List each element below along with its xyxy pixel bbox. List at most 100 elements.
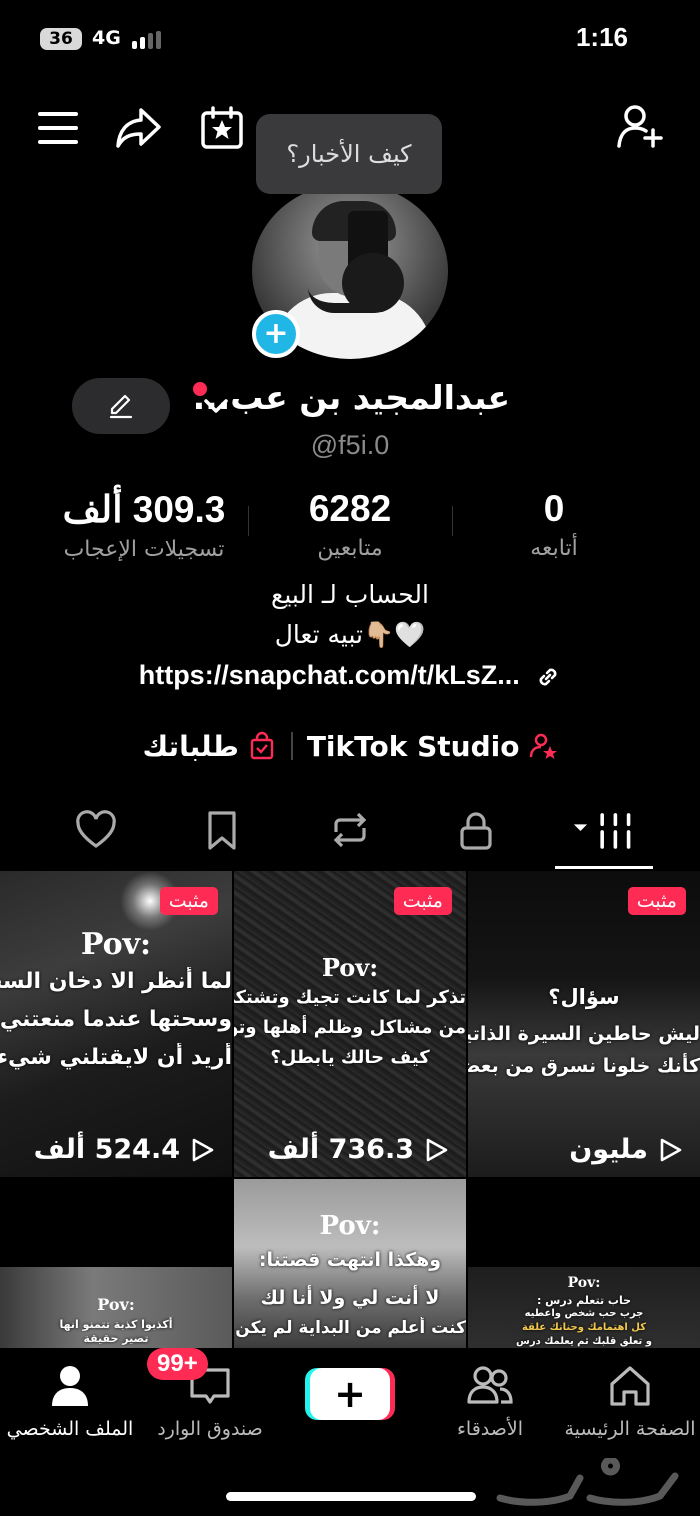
pinned-badge: مثبت: [393, 887, 452, 915]
video-thumbnail[interactable]: Pov: حاب تتعلم درس : جرب حب شخص واعطيه ك…: [468, 1179, 700, 1349]
play-icon: [426, 1138, 448, 1161]
add-user-icon[interactable]: [616, 102, 664, 150]
nav-friends[interactable]: الأصدقاء: [420, 1362, 560, 1440]
video-overlay-text: و تعلق قلبك ثم يعلمك درس: [516, 1336, 652, 1347]
view-count-value: 524.4 ألف: [33, 1134, 180, 1165]
bookmark-icon: [208, 811, 236, 850]
video-overlay-text: من مشاكل وظلم أهلها وتواسيها: [234, 1017, 466, 1038]
video-overlay-text: كيف حالك يابطل؟: [270, 1047, 430, 1068]
grid-icon: [573, 813, 631, 849]
bio-line: تبيه تعال👇🏼🤍: [274, 620, 426, 649]
lock-icon: [460, 812, 492, 850]
bio-link-text[interactable]: https://snapchat.com/t/kLsZ...: [139, 660, 520, 690]
video-overlay-text: سؤال؟: [548, 985, 620, 1009]
view-count-value: مليون: [569, 1134, 648, 1165]
username: @f5i.0: [310, 430, 390, 460]
nav-profile[interactable]: الملف الشخصي: [0, 1362, 140, 1440]
clock: 1:16: [575, 22, 628, 52]
video-overlay-text: جرب حب شخص واعطيه: [524, 1308, 644, 1319]
video-overlay-text: تذكر لما كانت تجيك وتشتكي: [234, 987, 466, 1008]
bio-link[interactable]: https://snapchat.com/t/kLsZ...: [0, 660, 700, 691]
tab-reposts[interactable]: [322, 800, 378, 860]
tab-videos[interactable]: [570, 800, 640, 860]
video-thumbnail[interactable]: Pov: وهكذا انتهت قصتنا: لا أنت لي ولا أن…: [234, 1179, 466, 1349]
orders-link[interactable]: طلباتك: [142, 730, 276, 763]
tab-liked[interactable]: [68, 800, 124, 860]
stat-value: 309.3 ألف: [62, 489, 226, 530]
shopping-bag-icon: [250, 731, 274, 760]
studio-label: TikTok Studio: [306, 729, 520, 763]
video-overlay-pov: Pov:: [97, 1295, 135, 1314]
edit-profile-button[interactable]: [72, 378, 170, 434]
video-overlay-text: كل اهتمامك وحنانك علقة: [521, 1322, 647, 1333]
link-icon: [539, 668, 557, 686]
profile-icon: [52, 1366, 88, 1406]
stat-label: أتابعه: [530, 536, 578, 561]
view-count: 524.4 ألف: [34, 1134, 214, 1165]
pinned-badge: مثبت: [627, 887, 686, 915]
video-overlay-pov: Pov:: [321, 953, 379, 982]
nav-home[interactable]: الصفحة الرئيسية: [560, 1362, 700, 1440]
share-icon[interactable]: [114, 104, 162, 152]
video-overlay-text: وهكذا انتهت قصتنا:: [258, 1249, 442, 1271]
play-icon: [192, 1138, 214, 1161]
bio-line: الحساب لـ البيع: [271, 580, 429, 609]
creator-star-icon: [529, 733, 557, 759]
stat-followers[interactable]: 6282 متابعين: [240, 488, 460, 561]
video-thumbnail[interactable]: مثبت سؤال؟ ليش حاطين السيرة الذاتيه كأنك…: [468, 871, 700, 1177]
video-overlay-pov: Pov:: [319, 1211, 381, 1241]
battery-indicator: 36: [40, 28, 82, 50]
video-thumbnail[interactable]: مثبت Pov: تذكر لما كانت تجيك وتشتكي من م…: [234, 871, 466, 1177]
video-overlay-text: كأنك خلونا نسرق من بعض: [468, 1055, 700, 1077]
video-overlay-pov: Pov:: [80, 927, 152, 962]
stat-following[interactable]: 0 أتابعه: [444, 488, 664, 561]
view-count: 736.3 ألف: [268, 1134, 448, 1165]
stat-likes[interactable]: 309.3 ألف تسجيلات الإعجاب: [34, 488, 254, 562]
stat-value: 0: [543, 488, 565, 529]
video-overlay-text: وسحتها عندما منعتني ع: [0, 1007, 232, 1032]
active-tab-indicator: [555, 866, 653, 869]
view-count: مليون: [569, 1134, 682, 1165]
status-tooltip[interactable]: كيف الأخبار؟: [256, 114, 442, 194]
tab-favorites[interactable]: [194, 800, 250, 860]
pinned-badge: مثبت: [159, 887, 218, 915]
video-overlay-text: تصير حقيقة: [83, 1332, 149, 1345]
video-overlay-text: ليش حاطين السيرة الذاتيه: [468, 1023, 700, 1045]
tiktok-studio-link[interactable]: TikTok Studio: [307, 730, 558, 763]
nav-label: الصفحة الرئيسية: [564, 1418, 696, 1440]
nav-label: الأصدقاء: [456, 1418, 524, 1440]
create-button[interactable]: +: [310, 1368, 390, 1420]
view-count-value: 736.3 ألف: [267, 1134, 414, 1165]
heart-icon: [76, 810, 116, 848]
video-overlay-text: لا أنت لي ولا أنا لك: [260, 1287, 440, 1309]
orders-label: طلباتك: [142, 729, 239, 763]
stat-value: 6282: [308, 488, 392, 529]
nav-label: صندوق الوارد: [157, 1418, 263, 1440]
video-overlay-text: لما أنظر الا دخان السجا: [0, 969, 232, 994]
repost-icon: [333, 812, 367, 848]
video-thumbnail[interactable]: مثبت Pov: لما أنظر الا دخان السجا وسحتها…: [0, 871, 232, 1177]
calendar-star-icon[interactable]: [198, 104, 246, 152]
video-overlay-pov: Pov:: [567, 1275, 601, 1291]
stat-label: متابعين: [317, 536, 383, 561]
menu-icon[interactable]: [34, 104, 82, 152]
nav-label: الملف الشخصي: [6, 1418, 134, 1440]
video-overlay-text: أريد أن لايقتلني شيء: [0, 1045, 232, 1070]
home-icon: [610, 1366, 650, 1406]
tab-private[interactable]: [448, 800, 504, 860]
home-indicator: [226, 1492, 476, 1501]
add-photo-button[interactable]: +: [252, 310, 300, 358]
video-thumbnail[interactable]: Pov: أكذبوا كذبة تتمنو انها تصير حقيقة: [0, 1179, 232, 1349]
edit-icon: [109, 394, 133, 419]
content-tabs: [0, 800, 700, 870]
display-name[interactable]: عبدالمجيد بن عب...: [193, 378, 510, 417]
play-icon: [660, 1138, 682, 1161]
network-type: 4G: [92, 27, 121, 49]
friends-icon: [467, 1366, 513, 1404]
signal-icon: [132, 31, 162, 49]
status-bar: 36 4G 1:16: [0, 0, 700, 78]
inbox-badge: 99+: [147, 1348, 208, 1380]
row-divider: [290, 732, 293, 760]
creator-tools-row: طلباتك TikTok Studio: [0, 724, 700, 768]
watermark-logo: [496, 1458, 679, 1506]
